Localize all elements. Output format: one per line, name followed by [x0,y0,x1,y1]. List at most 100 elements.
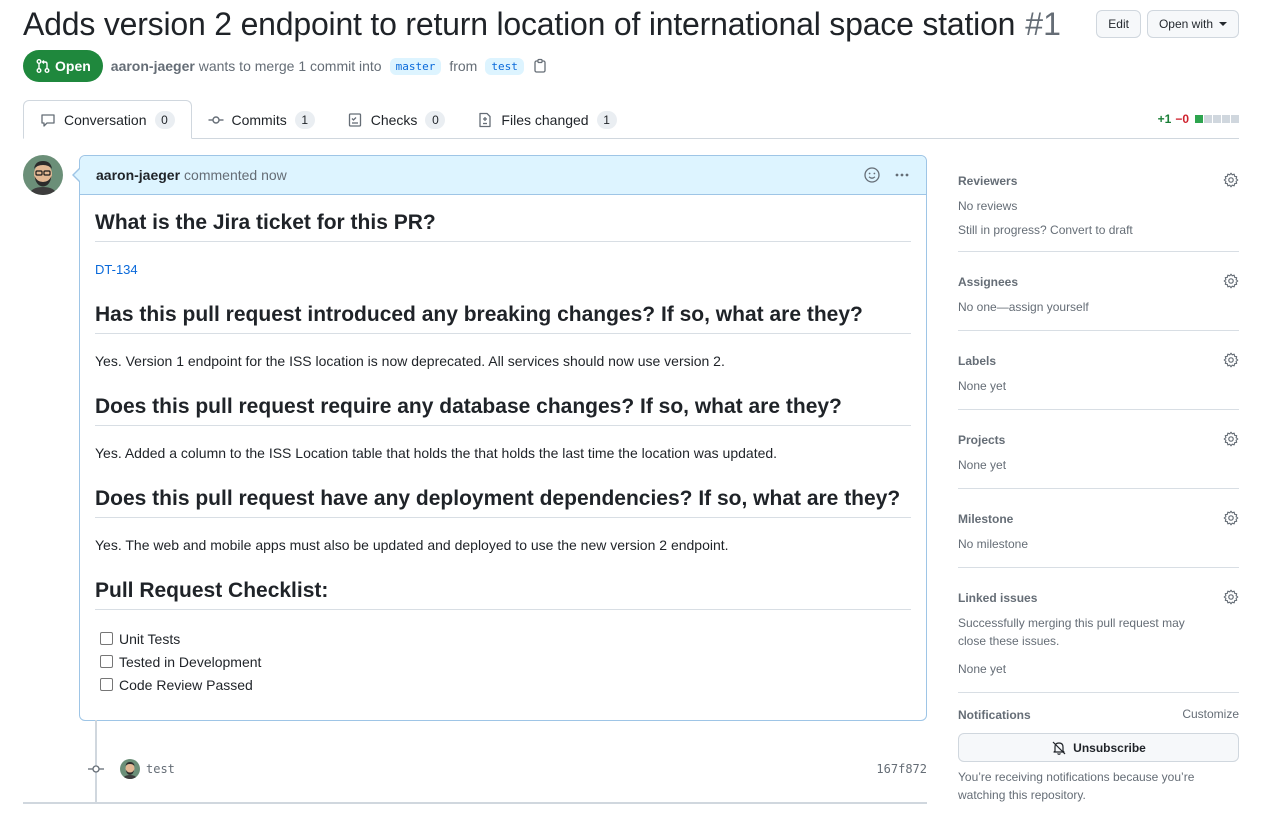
reviewers-title[interactable]: Reviewers [958,171,1239,191]
checklist-item: Tested in Development [95,650,911,673]
base-branch[interactable]: master [389,57,442,75]
checklist-label: Tested in Development [119,653,262,670]
tab-conversation[interactable]: Conversation 0 [23,100,192,139]
open-with-button[interactable]: Open with [1146,10,1239,38]
from-text: from [449,58,478,74]
commit-icon [88,765,104,773]
task-checkbox[interactable] [100,655,113,668]
commit-icon [208,115,223,124]
checklist-item: Unit Tests [95,627,911,650]
labels-title[interactable]: Labels [958,351,1239,371]
comment-body: What is the Jira ticket for this PR? DT-… [80,195,926,696]
milestone-section: Milestone No milestone [958,501,1239,568]
comment-timestamp[interactable]: commented now [184,167,287,183]
heading-database-changes: Does this pull request require any datab… [95,395,911,426]
tab-label: Commits [231,111,287,128]
heading-breaking-changes: Has this pull request introduced any bre… [95,303,911,334]
answer-deployment-dependencies: Yes. The web and mobile apps must also b… [95,537,729,553]
jira-ticket-link[interactable]: DT-134 [95,262,911,277]
checklist: Unit Tests Tested in Development Code Re… [95,627,911,696]
gear-icon[interactable] [1223,431,1239,447]
kebab-horizontal-icon[interactable] [894,167,910,183]
tab-checks[interactable]: Checks 0 [331,100,462,139]
reviewers-section: Reviewers No reviews Still in progress? … [958,163,1239,252]
pr-number: #1 [1025,5,1061,42]
answer-breaking-changes: Yes. Version 1 endpoint for the ISS loca… [95,353,725,369]
task-checkbox[interactable] [100,632,113,645]
edit-button[interactable]: Edit [1096,10,1141,38]
comment-header: aaron-jaeger commented now [80,156,926,195]
tab-counter: 0 [425,110,446,129]
linked-issues-title[interactable]: Linked issues [958,588,1239,608]
commit-author-avatar[interactable] [120,759,140,779]
projects-section: Projects None yet [958,422,1239,489]
tab-counter: 1 [294,110,315,129]
pr-header: Adds version 2 endpoint to return locati… [23,4,1239,44]
assignees-value[interactable]: No one—assign yourself [958,298,1239,316]
convert-to-draft-link[interactable]: Still in progress? Convert to draft [958,223,1239,237]
linked-issues-value: None yet [958,662,1007,676]
tab-commits[interactable]: Commits 1 [192,100,331,139]
gear-icon[interactable] [1223,273,1239,289]
gear-icon[interactable] [1223,352,1239,368]
commit-message[interactable]: test [146,762,175,776]
comment-icon [41,113,55,127]
pr-description-comment: aaron-jaeger commented now What is the J… [72,155,927,721]
checklist-label: Unit Tests [119,630,181,647]
bell-slash-icon [1052,741,1066,755]
pull-request-icon [36,59,50,73]
deletions-count: −0 [1175,112,1189,126]
tab-label: Files changed [501,111,589,128]
checklist-item: Code Review Passed [95,673,911,696]
diffstat: +1 −0 [1158,112,1239,126]
tab-label: Conversation [64,111,147,128]
diffstat-bar [1195,115,1239,123]
gear-icon[interactable] [1223,172,1239,188]
timeline-divider [23,802,927,804]
linked-issues-section: Linked issues Successfully merging this … [958,580,1239,693]
copy-icon[interactable] [532,58,548,74]
heading-deployment-dependencies: Does this pull request have any deployme… [95,487,911,518]
tab-counter: 0 [154,110,175,129]
checks-icon [348,112,361,127]
tab-files-changed[interactable]: Files changed 1 [461,100,632,139]
assignees-title[interactable]: Assignees [958,272,1239,292]
merge-description: aaron-jaeger wants to merge 1 commit int… [111,58,382,74]
unsubscribe-label: Unsubscribe [1073,740,1146,755]
pr-tabs: Conversation 0 Commits 1 Checks 0 Files … [23,100,1239,139]
heading-checklist: Pull Request Checklist: [95,579,911,610]
author-avatar[interactable] [23,155,63,195]
unsubscribe-button[interactable]: Unsubscribe [958,733,1239,762]
checklist-label: Code Review Passed [119,676,253,693]
linked-issues-description: Successfully merging this pull request m… [958,616,1185,648]
labels-value: None yet [958,379,1007,393]
comment-author[interactable]: aaron-jaeger [96,167,180,183]
assignees-section: Assignees No one—assign yourself [958,264,1239,331]
gear-icon[interactable] [1223,510,1239,526]
reviewers-value: No reviews [958,199,1018,213]
notifications-note: You’re receiving notifications because y… [958,770,1195,802]
answer-database-changes: Yes. Added a column to the ISS Location … [95,445,778,461]
milestone-value: No milestone [958,537,1029,551]
labels-section: Labels None yet [958,343,1239,410]
pr-meta: Open aaron-jaeger wants to merge 1 commi… [23,50,548,82]
smiley-icon[interactable] [864,167,880,183]
tab-label: Checks [370,111,418,128]
projects-title[interactable]: Projects [958,430,1239,450]
projects-value: None yet [958,458,1007,472]
customize-link[interactable]: Customize [1182,707,1239,721]
pr-sidebar: Reviewers No reviews Still in progress? … [958,163,1239,804]
head-branch[interactable]: test [485,57,524,75]
edit-label: Edit [1108,17,1129,31]
tab-counter: 1 [596,110,617,129]
commit-sha[interactable]: 167f872 [876,762,927,776]
task-checkbox[interactable] [100,678,113,691]
state-label: Open [55,58,91,74]
timeline-commit: test 167f872 [79,758,927,780]
triangle-down-icon [1219,22,1227,26]
milestone-title[interactable]: Milestone [958,509,1239,529]
comment-actions [864,167,910,183]
notifications-section: Notifications Customize Unsubscribe You’… [958,705,1239,804]
pr-author-link[interactable]: aaron-jaeger [111,58,195,74]
gear-icon[interactable] [1223,589,1239,605]
